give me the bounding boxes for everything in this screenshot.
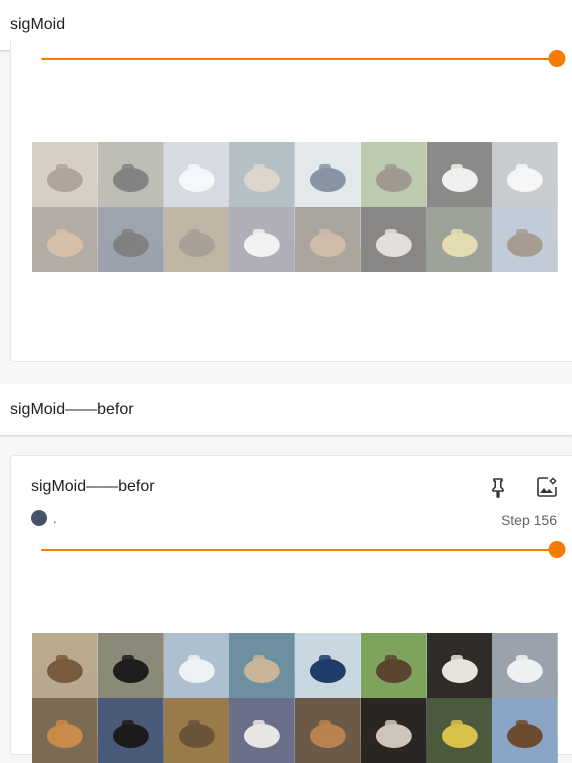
section-title: sigMoid	[10, 16, 66, 33]
image-thumbnail	[229, 142, 295, 207]
image-thumbnail	[295, 698, 361, 763]
image-thumbnail	[229, 698, 295, 763]
image-settings-button[interactable]	[533, 473, 561, 501]
pin-icon	[492, 478, 504, 498]
image-thumbnail	[163, 698, 230, 763]
slider-thumb[interactable]	[548, 50, 566, 67]
image-thumbnail	[426, 207, 493, 272]
image-thumbnail	[360, 142, 427, 207]
run-name: .	[53, 511, 57, 526]
image-thumbnail	[426, 698, 493, 763]
image-card-sigmoid-befor: sigMoid——befor . Step 156	[10, 455, 572, 763]
image-thumbnail	[295, 207, 361, 272]
image-thumbnail	[295, 633, 361, 698]
image-thumbnail	[97, 698, 164, 763]
image-thumbnail	[360, 207, 427, 272]
image-settings-icon	[537, 477, 557, 497]
slider-thumb[interactable]	[548, 541, 566, 558]
image-thumbnail	[32, 142, 98, 207]
pin-button[interactable]	[484, 474, 512, 502]
step-label: Step 156	[500, 512, 557, 528]
image-thumbnail	[360, 698, 427, 763]
section-header-sigmoid-befor[interactable]: sigMoid——befor	[0, 384, 572, 435]
image-card-sigmoid	[10, 40, 572, 362]
image-thumbnail	[163, 207, 230, 272]
image-thumbnail	[32, 207, 98, 272]
image-thumbnail	[97, 207, 164, 272]
slider-track	[41, 58, 557, 60]
step-slider[interactable]	[41, 49, 566, 69]
image-thumbnail	[426, 142, 493, 207]
image-thumbnail	[32, 633, 98, 698]
image-grid	[32, 633, 558, 763]
image-thumbnail	[97, 142, 164, 207]
slider-track	[41, 549, 557, 551]
card-title: sigMoid——befor	[31, 478, 155, 495]
image-thumbnail	[97, 633, 164, 698]
image-thumbnail	[426, 633, 493, 698]
image-grid	[32, 142, 558, 272]
image-thumbnail	[163, 633, 230, 698]
image-thumbnail	[360, 633, 427, 698]
step-slider[interactable]	[41, 540, 566, 560]
image-thumbnail	[32, 698, 98, 763]
image-thumbnail	[229, 633, 295, 698]
run-color-dot	[31, 510, 47, 526]
image-thumbnail	[163, 142, 230, 207]
image-thumbnail	[492, 142, 558, 207]
image-thumbnail	[492, 633, 558, 698]
section-title: sigMoid——befor	[10, 400, 134, 418]
image-thumbnail	[492, 207, 558, 272]
image-thumbnail	[295, 142, 361, 207]
image-thumbnail	[229, 207, 295, 272]
image-thumbnail	[492, 698, 558, 763]
